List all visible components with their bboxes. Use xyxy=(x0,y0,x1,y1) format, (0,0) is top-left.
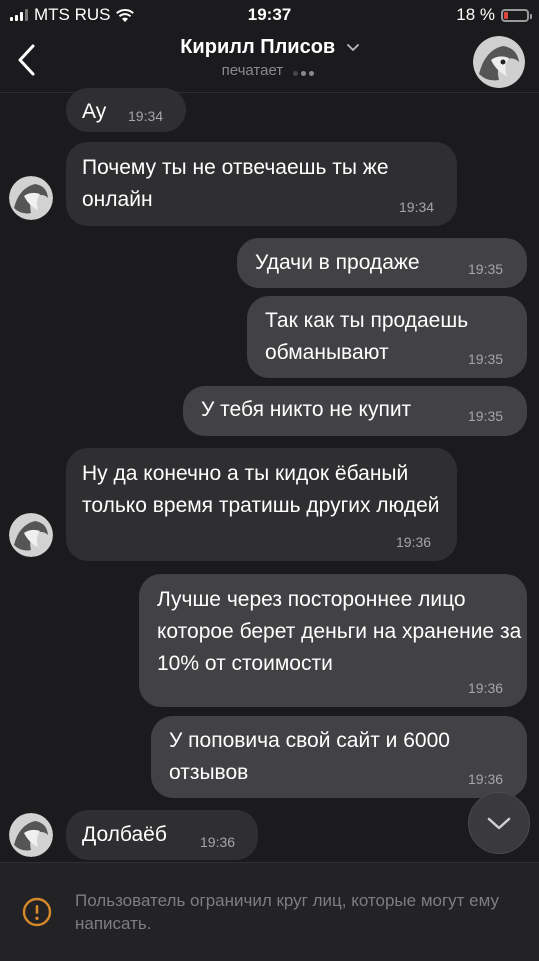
message-time: 19:36 xyxy=(200,834,236,850)
battery-level xyxy=(504,11,508,19)
message-time: 19:34 xyxy=(399,199,435,215)
sender-avatar[interactable] xyxy=(9,176,53,220)
message-bubble-outgoing[interactable]: Удачи в продаже 19:35 xyxy=(237,238,527,288)
message-bubble-incoming[interactable]: Почему ты не отвечаешь ты же онлайн 19:3… xyxy=(66,142,457,226)
message-bubble-outgoing[interactable]: У поповича свой сайт и 6000 отзывов 19:3… xyxy=(151,716,527,798)
message-text: У тебя никто не купит xyxy=(201,398,412,421)
message-text: Лучше через постороннее лицо которое бер… xyxy=(157,588,522,675)
message-bubble-outgoing[interactable]: Лучше через постороннее лицо которое бер… xyxy=(139,574,527,707)
message-time: 19:36 xyxy=(468,771,504,787)
message-time: 19:35 xyxy=(468,408,504,424)
message-time: 19:35 xyxy=(468,351,504,367)
contact-avatar[interactable] xyxy=(473,36,525,88)
message-text: Ау xyxy=(82,100,107,123)
sender-avatar[interactable] xyxy=(9,513,53,557)
typing-status: печатает xyxy=(221,62,284,79)
avatar-image xyxy=(473,36,525,88)
message-bubble-outgoing[interactable]: У тебя никто не купит 19:35 xyxy=(183,386,527,436)
battery-percent: 18 % xyxy=(456,5,495,24)
typing-dots-icon xyxy=(293,63,317,80)
sender-avatar[interactable] xyxy=(9,813,53,857)
message-text: Удачи в продаже xyxy=(255,251,420,274)
contact-title[interactable]: Кирилл Плисов печатает xyxy=(0,36,539,80)
message-bubble-outgoing[interactable]: Так как ты продаешь обманывают 19:35 xyxy=(247,296,527,378)
message-bubble-incoming[interactable]: Долбаёб 19:36 xyxy=(66,810,258,860)
contact-name: Кирилл Плисов xyxy=(180,36,336,58)
restriction-notice: Пользователь ограничил круг лиц, которые… xyxy=(0,862,539,961)
restriction-text: Пользователь ограничил круг лиц, которые… xyxy=(75,891,500,933)
message-time: 19:36 xyxy=(396,534,432,550)
message-time: 19:34 xyxy=(128,108,164,124)
message-text: У поповича свой сайт и 6000 отзывов xyxy=(169,729,450,784)
message-text: Долбаёб xyxy=(82,823,167,846)
battery-icon xyxy=(501,8,532,22)
message-bubble-incoming[interactable]: Ну да конечно а ты кидок ёбаный только в… xyxy=(66,448,457,561)
message-text: Ну да конечно а ты кидок ёбаный только в… xyxy=(82,462,440,517)
message-time: 19:35 xyxy=(468,261,504,277)
message-bubble-incoming[interactable]: Ау 19:34 xyxy=(66,88,186,132)
exclamation-circle-icon xyxy=(22,897,52,927)
scroll-to-bottom-button[interactable] xyxy=(468,792,530,854)
status-bar: MTS RUS 19:37 18 % xyxy=(0,0,539,30)
chat-header: Кирилл Плисов печатает xyxy=(0,30,539,93)
message-text: Почему ты не отвечаешь ты же онлайн xyxy=(82,156,389,211)
chevron-down-icon xyxy=(346,43,359,51)
chevron-down-icon xyxy=(487,817,511,830)
message-time: 19:36 xyxy=(468,680,504,696)
